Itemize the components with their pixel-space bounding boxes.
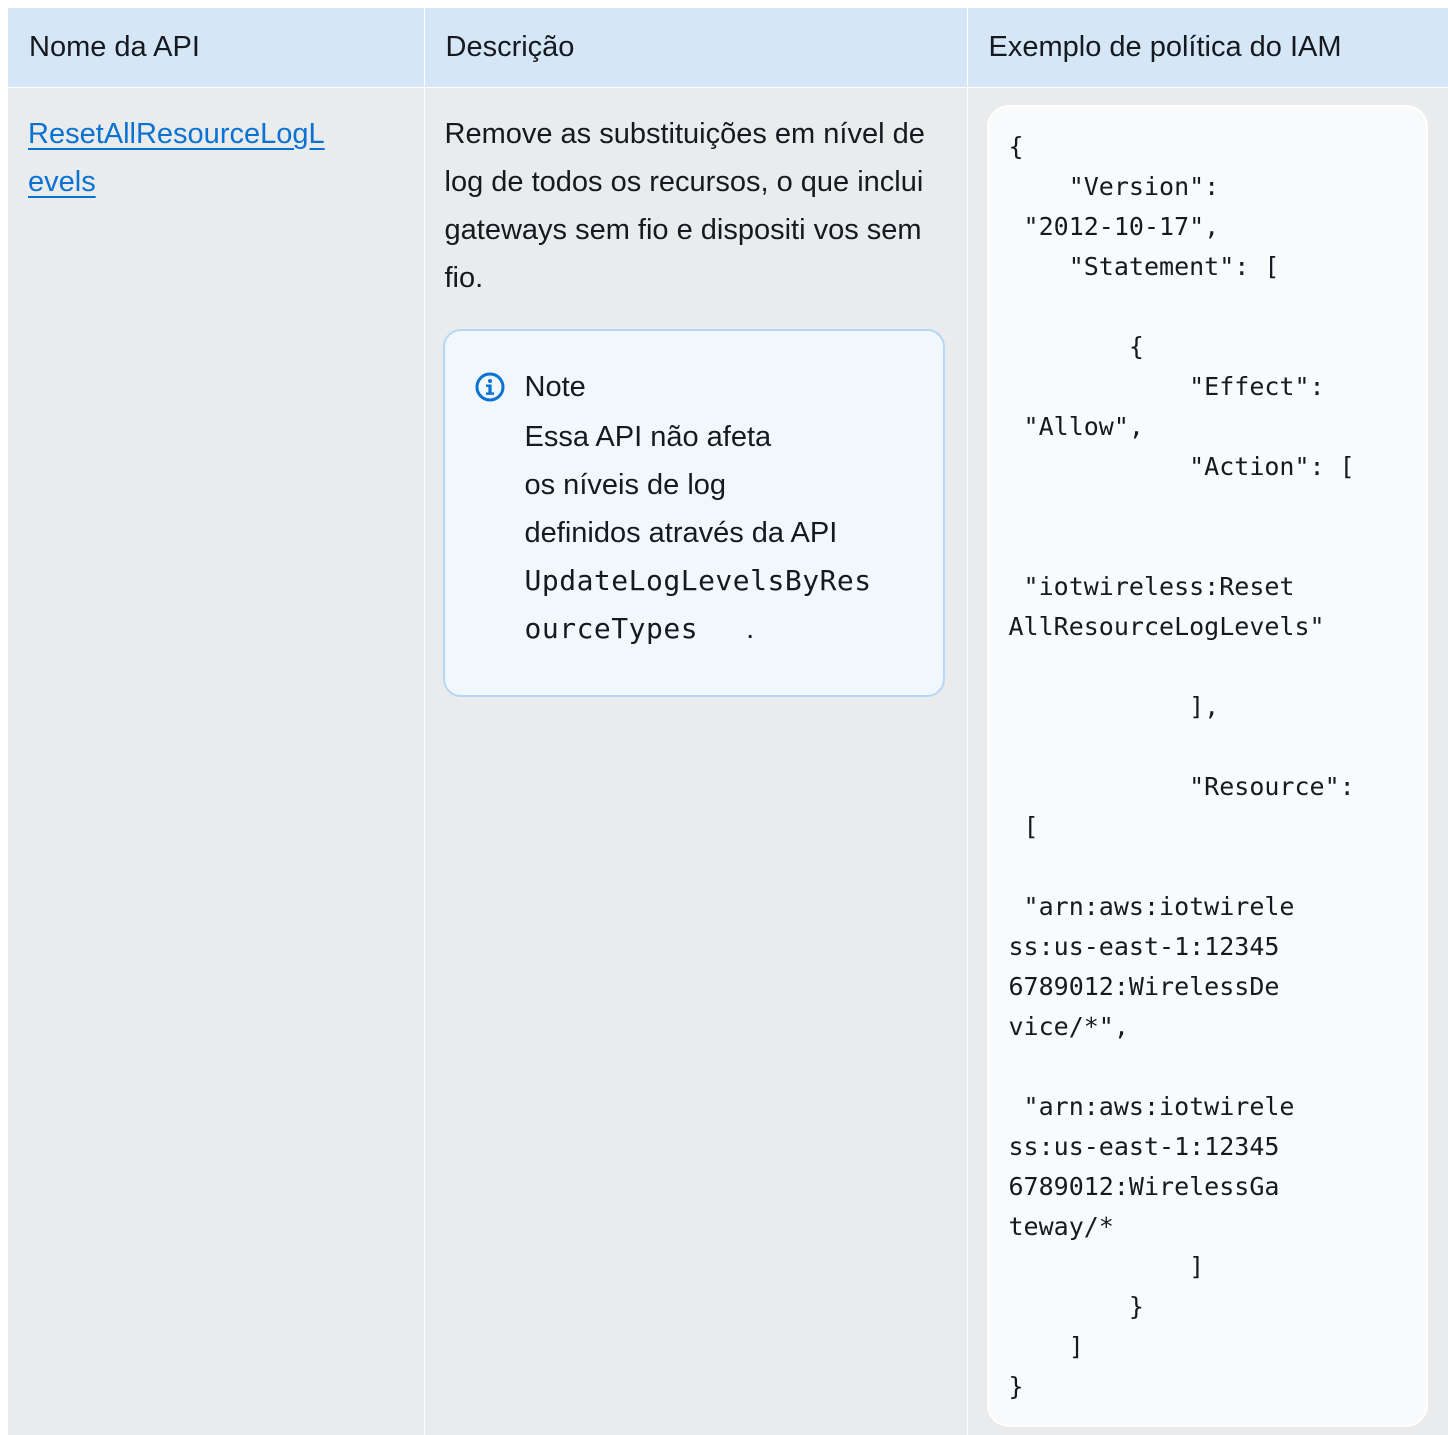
- note-line-1: Essa API não afeta: [524, 421, 772, 453]
- table-row: ResetAllResourceLogLevels Remove as subs…: [8, 87, 1448, 1435]
- cell-api-name: ResetAllResourceLogLevels: [8, 87, 425, 1435]
- info-icon: [475, 372, 504, 402]
- api-name-link[interactable]: ResetAllResourceLogLevels: [28, 110, 328, 206]
- description-text: Remove as substituições em nível de log …: [444, 118, 925, 294]
- header-api-name: Nome da API: [8, 8, 425, 88]
- header-policy-example: Exemplo de política do IAM: [967, 8, 1448, 88]
- note-line-2: os níveis de log: [524, 469, 727, 501]
- note-header: Note: [475, 369, 943, 405]
- note-line-3: definidos através da API: [524, 517, 838, 549]
- api-table: Nome da API Descrição Exemplo de polític…: [8, 8, 1448, 1435]
- note-api-code: UpdateLogLevelsByResourceTypes: [524, 564, 872, 645]
- note-trailing-period: .: [746, 613, 755, 645]
- policy-code: { "Version": "2012-10-17", "Statement": …: [1008, 132, 1355, 1401]
- note-title: Note: [524, 370, 586, 403]
- table-header-row: Nome da API Descrição Exemplo de polític…: [8, 8, 1448, 88]
- policy-code-block: { "Version": "2012-10-17", "Statement": …: [986, 105, 1428, 1427]
- note-callout: Note Essa API não afeta os níveis de log…: [442, 329, 945, 697]
- header-description: Descrição: [424, 8, 968, 88]
- cell-description: Remove as substituições em nível de log …: [424, 87, 968, 1435]
- note-body: Essa API não afeta os níveis de log defi…: [525, 413, 885, 653]
- cell-policy-example: { "Version": "2012-10-17", "Statement": …: [967, 87, 1448, 1435]
